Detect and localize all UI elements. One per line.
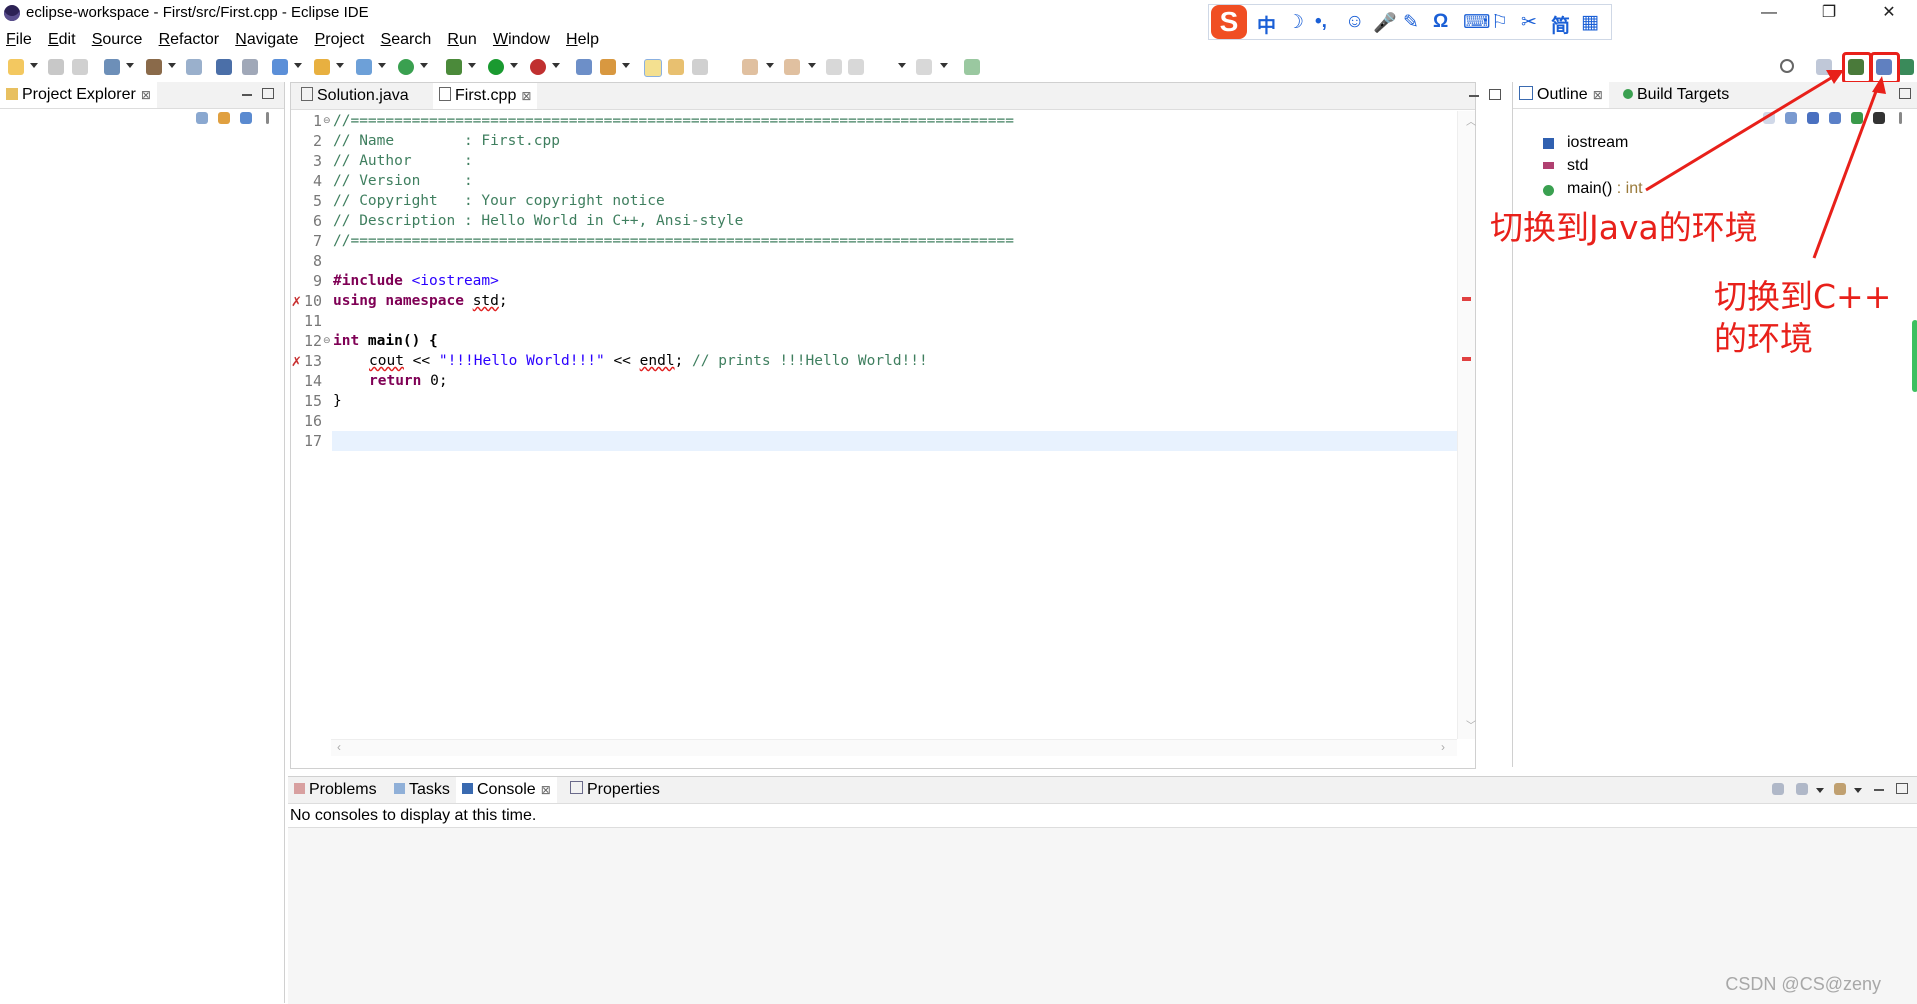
annotation-arrows: [1645, 70, 1886, 259]
watermark: CSDN @CS@zeny: [1725, 974, 1881, 994]
annotation-switch-cpp-line1: 切换到C++: [1714, 277, 1892, 316]
annotation-switch-cpp-line2: 的环境: [1714, 319, 1813, 358]
arrow-to-java-perspective: [1645, 73, 1837, 192]
arrow-head-cpp: [1872, 76, 1886, 94]
arrow-to-cpp-perspective: [1812, 85, 1880, 259]
arrow-head-java: [1826, 70, 1844, 84]
annotation-switch-java: 切换到Java的环境: [1490, 208, 1758, 247]
